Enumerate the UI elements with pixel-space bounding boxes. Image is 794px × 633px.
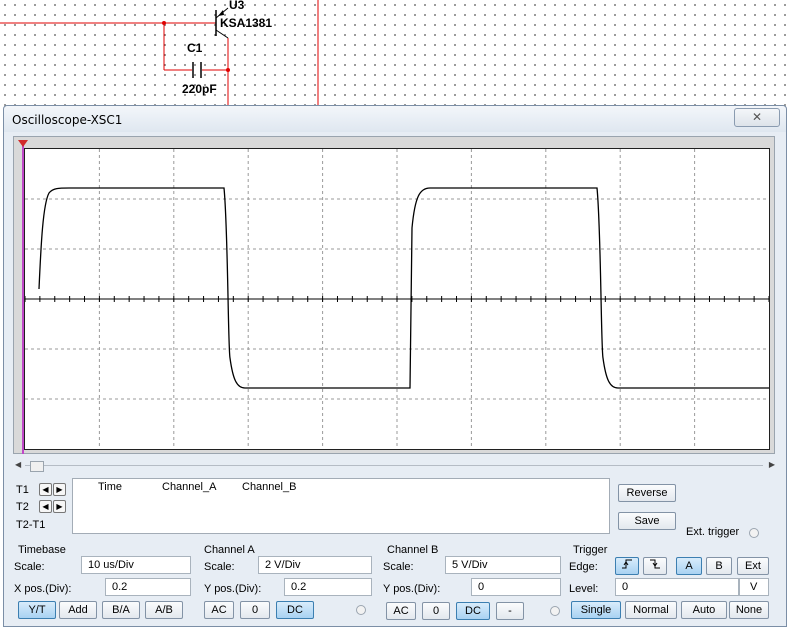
trigger-normal-button[interactable]: Normal: [625, 601, 677, 619]
mode-ab-button[interactable]: A/B: [145, 601, 183, 619]
channel-a-trace: [38, 187, 769, 389]
cursor-t1-label: T1: [16, 484, 29, 496]
close-button[interactable]: ✕: [734, 108, 780, 127]
timebase-xpos-field[interactable]: 0.2: [105, 578, 191, 596]
trigger-source-ext-button[interactable]: Ext: [737, 557, 769, 575]
junction-dot: [162, 21, 166, 25]
window-title: Oscilloscope-XSC1: [12, 113, 123, 127]
mode-add-button[interactable]: Add: [59, 601, 97, 619]
junction-dot: [226, 68, 230, 72]
mode-ba-button[interactable]: B/A: [102, 601, 140, 619]
channel-a-ypos-field[interactable]: 0.2: [284, 578, 372, 596]
arrow-left-icon: ◀: [42, 502, 49, 511]
cursor-t1-marker-icon[interactable]: [18, 140, 28, 147]
channel-a-dc-button[interactable]: DC: [276, 601, 314, 619]
cursor-t2-row: T2 ◀ ▶: [13, 499, 71, 515]
channel-a-zero-button[interactable]: 0: [240, 601, 270, 619]
channel-a-scale-label: Scale:: [204, 561, 235, 573]
readout-header-channel-a: Channel_A: [162, 481, 217, 493]
scroll-thumb[interactable]: [30, 461, 44, 472]
channel-b-title: Channel B: [387, 544, 439, 556]
cursor-t1-line[interactable]: [22, 140, 24, 454]
rising-edge-icon: [622, 559, 632, 569]
readout-header-channel-b: Channel_B: [242, 481, 297, 493]
trigger-source-b-button[interactable]: B: [706, 557, 732, 575]
channel-b-zero-button[interactable]: 0: [422, 602, 450, 620]
transistor-collector: [215, 29, 229, 39]
channel-b-group: Channel B Scale: 5 V/Div Y pos.(Div): 0 …: [383, 544, 567, 626]
channel-b-ac-button[interactable]: AC: [386, 602, 416, 620]
channel-b-ypos-field[interactable]: 0: [471, 578, 561, 596]
t2-left-button[interactable]: ◀: [39, 500, 52, 513]
arrow-right-icon: ▶: [56, 485, 63, 494]
trigger-none-button[interactable]: None: [729, 601, 769, 619]
trigger-single-button[interactable]: Single: [571, 601, 621, 619]
channel-b-scale-label: Scale:: [383, 561, 414, 573]
scroll-left-icon[interactable]: ◀: [15, 460, 21, 469]
reverse-button[interactable]: Reverse: [618, 484, 676, 502]
arrow-left-icon: ◀: [42, 485, 49, 494]
t1-right-button[interactable]: ▶: [53, 483, 66, 496]
channel-a-title: Channel A: [204, 544, 255, 556]
trigger-level-label: Level:: [569, 583, 599, 595]
transistor-part-label: KSA1381: [220, 16, 273, 30]
cursor-t1-row: T1 ◀ ▶: [13, 482, 71, 498]
channel-b-scale-field[interactable]: 5 V/Div: [445, 556, 561, 574]
scope-screen[interactable]: [24, 148, 770, 450]
scroll-right-icon[interactable]: ▶: [769, 460, 775, 469]
scroll-track[interactable]: [25, 465, 763, 466]
channel-a-group: Channel A Scale: 2 V/Div Y pos.(Div): 0.…: [200, 544, 378, 626]
ext-trigger-label: Ext. trigger: [686, 526, 740, 538]
scope-graticule: [24, 149, 770, 449]
timebase-scale-label: Scale:: [14, 561, 45, 573]
t2-right-button[interactable]: ▶: [53, 500, 66, 513]
ext-trigger-terminal[interactable]: [749, 528, 759, 538]
trigger-edge-label: Edge:: [569, 561, 598, 573]
channel-a-ypos-label: Y pos.(Div):: [204, 583, 262, 595]
trigger-group: Trigger Edge: A B Ext Level: 0 V Single …: [567, 544, 779, 626]
cursor-controls: T1 ◀ ▶ T2 ◀ ▶ T2-T1: [13, 478, 71, 534]
capacitor-ref-label: C1: [187, 41, 203, 55]
rising-edge-button[interactable]: [615, 557, 639, 575]
channel-a-ac-button[interactable]: AC: [204, 601, 234, 619]
falling-edge-icon: [650, 559, 660, 569]
channel-a-scale-field[interactable]: 2 V/Div: [258, 556, 372, 574]
trigger-level-unit[interactable]: V: [739, 578, 769, 596]
readout-header-time: Time: [98, 481, 123, 493]
channel-a-terminal[interactable]: [356, 605, 366, 615]
channel-b-dc-button[interactable]: DC: [456, 602, 490, 620]
horizontal-scrollbar[interactable]: ◀ ▶: [13, 459, 775, 473]
timebase-xpos-label: X pos.(Div):: [14, 583, 72, 595]
falling-edge-button[interactable]: [643, 557, 667, 575]
timebase-title: Timebase: [18, 544, 66, 556]
timebase-group: Timebase Scale: 10 us/Div X pos.(Div): 0…: [14, 544, 200, 626]
trigger-level-field[interactable]: 0: [615, 578, 739, 596]
save-button[interactable]: Save: [618, 512, 676, 530]
close-icon: ✕: [751, 110, 763, 124]
channel-b-invert-button[interactable]: -: [496, 602, 524, 620]
cursor-t2t1-row: T2-T1: [13, 517, 71, 533]
channel-b-terminal[interactable]: [550, 606, 560, 616]
title-bar[interactable]: Oscilloscope-XSC1 ✕: [4, 106, 786, 132]
oscilloscope-window: Oscilloscope-XSC1 ✕ ◀ ▶ T1 ◀ ▶ T2 ◀ ▶ T2…: [3, 105, 787, 627]
trigger-auto-button[interactable]: Auto: [681, 601, 727, 619]
trigger-title: Trigger: [573, 544, 608, 556]
channel-b-ypos-label: Y pos.(Div):: [383, 583, 441, 595]
arrow-right-icon: ▶: [56, 502, 63, 511]
trigger-source-a-button[interactable]: A: [676, 557, 702, 575]
cursor-t2t1-label: T2-T1: [16, 519, 46, 531]
transistor-ref-label: U3: [229, 0, 245, 12]
timebase-scale-field[interactable]: 10 us/Div: [81, 556, 191, 574]
t1-left-button[interactable]: ◀: [39, 483, 52, 496]
capacitor-value-label: 220pF: [182, 82, 217, 96]
schematic-wiring: [0, 0, 319, 108]
measurement-readout: Time Channel_A Channel_B: [72, 478, 610, 534]
cursor-t2-label: T2: [16, 501, 29, 513]
mode-yt-button[interactable]: Y/T: [18, 601, 56, 619]
